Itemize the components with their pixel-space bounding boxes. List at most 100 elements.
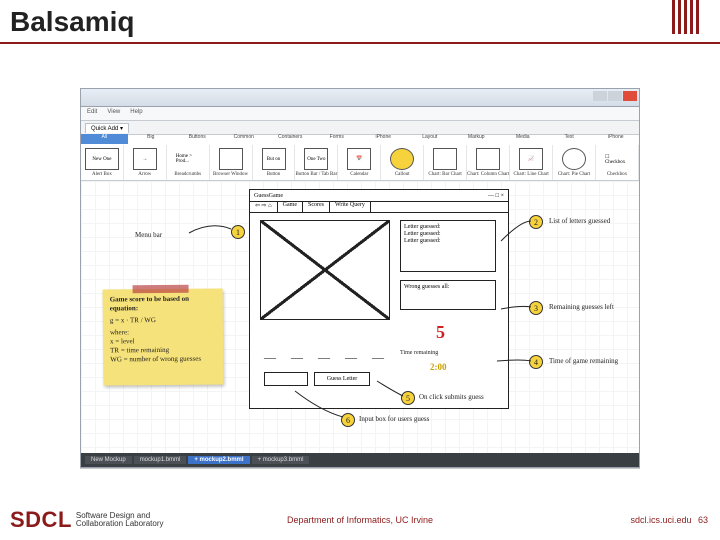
lib-caption: Chart: Line Chart <box>514 172 549 177</box>
page-number: 63 <box>698 515 708 525</box>
wrong-box[interactable]: Wrong guesses all: <box>400 280 496 310</box>
pie-chart-icon <box>562 148 586 170</box>
lib-caption: Button Bar / Tab Bar <box>296 172 338 177</box>
guess-button[interactable]: Guess Letter <box>314 372 370 386</box>
image-placeholder[interactable] <box>260 220 390 320</box>
lib-item[interactable]: 📅Calendar <box>338 145 381 180</box>
annot-letters: List of letters guessed <box>549 217 610 225</box>
lib-item[interactable]: Home > Prod...Breadcrumbs <box>167 145 210 180</box>
lib-caption: Arrow <box>138 172 151 177</box>
lib-item[interactable]: Browser Window <box>210 145 253 180</box>
checkbox-icon: ☐ Checkbox <box>605 148 629 170</box>
slide-footer: SDCL Software Design and Collaboration L… <box>0 506 720 534</box>
library-categories[interactable]: All Big Buttons Common Containers Forms … <box>81 134 639 144</box>
lib-cat[interactable]: Containers <box>267 134 314 144</box>
lib-cat-all[interactable]: All <box>81 134 128 144</box>
sdcl-logo: SDCL <box>10 507 72 533</box>
callout-dot-1[interactable]: 1 <box>231 225 245 239</box>
lib-item[interactable]: 📈 Chart: Line Chart <box>510 145 553 180</box>
lib-caption: Checkbox <box>607 172 627 177</box>
lib-cat[interactable]: iPhone <box>360 134 407 144</box>
sticky-note[interactable]: Game score to be based on equation: g = … <box>103 288 224 385</box>
mockup-tab[interactable]: + mockup3.bmml <box>252 456 310 464</box>
lib-item[interactable]: Chart: Bar Chart <box>424 145 467 180</box>
mock-menu-item[interactable]: Game <box>278 202 303 212</box>
close-icon[interactable] <box>623 91 637 101</box>
letters-line: Letter guessed: <box>404 238 492 245</box>
window-controls[interactable] <box>593 91 637 101</box>
mockup-tab[interactable]: New Mockup <box>85 456 132 464</box>
lib-item[interactable]: Chart: Pie Chart <box>553 145 596 180</box>
minimize-icon[interactable] <box>593 91 607 101</box>
design-canvas[interactable]: Game score to be based on equation: g = … <box>81 181 639 453</box>
mock-titlebar: GuessGame — □ × <box>250 190 508 202</box>
menu-help[interactable]: Help <box>130 109 142 118</box>
lib-cat[interactable]: Big <box>128 134 175 144</box>
lib-item[interactable]: New OneAlert Box <box>81 145 124 180</box>
menu-view[interactable]: View <box>107 109 120 118</box>
maximize-icon[interactable] <box>608 91 622 101</box>
lib-item[interactable]: Chart: Column Chart <box>467 145 510 180</box>
lib-item[interactable]: But onButton <box>253 145 296 180</box>
lib-item[interactable]: One TwoButton Bar / Tab Bar <box>295 145 338 180</box>
mockup-tab[interactable]: mockup1.bmml <box>134 456 187 464</box>
callout-dot-5[interactable]: 5 <box>401 391 415 405</box>
department-label: Department of Informatics, UC Irvine <box>287 515 433 525</box>
mockup-tabs[interactable]: New Mockup mockup1.bmml + mockup2.bmml +… <box>81 453 639 467</box>
site-label: sdcl.ics.uci.edu 63 <box>630 515 708 525</box>
annot-menu-bar: Menu bar <box>135 231 162 239</box>
callout-dot-3[interactable]: 3 <box>529 301 543 315</box>
annot-input: Input box for users guess <box>359 415 429 423</box>
slide-title: Balsamiq <box>10 6 710 38</box>
lib-item[interactable]: ☐ Checkbox Checkbox <box>596 145 639 180</box>
mock-menu[interactable]: ⇦ ⇨ ⌂ Game Scores Write Query <box>250 202 508 213</box>
site-url: sdcl.ics.uci.edu <box>630 515 691 525</box>
letters-line: Letter guessed: <box>404 231 492 238</box>
letters-box[interactable]: Letter guessed: Letter guessed: Letter g… <box>400 220 496 272</box>
lib-cat[interactable]: Buttons <box>174 134 221 144</box>
quick-add-tab[interactable]: Quick Add ▾ <box>85 123 129 133</box>
callout-icon <box>390 148 414 170</box>
callout-dot-4[interactable]: 4 <box>529 355 543 369</box>
lib-caption: Callout <box>395 172 410 177</box>
quick-add-row: Quick Add ▾ <box>81 121 639 135</box>
guess-input[interactable] <box>264 372 308 386</box>
mockup-tab-active[interactable]: + mockup2.bmml <box>188 456 249 464</box>
lib-cat[interactable]: Markup <box>453 134 500 144</box>
sdcl-subtitle: Software Design and Collaboration Labora… <box>76 512 164 528</box>
wrong-label: Wrong guesses all: <box>404 284 492 290</box>
menu-bar[interactable]: Edit View Help <box>81 107 639 121</box>
lib-caption: Chart: Pie Chart <box>558 172 591 177</box>
callout-dot-6[interactable]: 6 <box>341 413 355 427</box>
title-underline <box>0 42 720 44</box>
callout-dot-2[interactable]: 2 <box>529 215 543 229</box>
mock-menu-item[interactable]: Write Query <box>330 202 371 212</box>
mock-menu-item[interactable]: Scores <box>303 202 330 212</box>
lib-cat[interactable]: Layout <box>407 134 454 144</box>
lib-item[interactable]: → Arrow <box>124 145 167 180</box>
browser-icon <box>219 148 243 170</box>
menu-edit[interactable]: Edit <box>87 109 97 118</box>
lib-caption: Breadcrumbs <box>174 172 201 177</box>
annot-submit: On click submits guess <box>419 393 484 401</box>
lib-caption: Chart: Bar Chart <box>428 172 461 177</box>
button-icon: But on <box>262 148 286 170</box>
lib-cat[interactable]: Media <box>500 134 547 144</box>
lib-cat[interactable]: iPhone <box>593 134 640 144</box>
sticky-line: WG = number of wrong guesses <box>110 354 216 364</box>
lib-cat[interactable]: Common <box>221 134 268 144</box>
column-chart-icon <box>476 148 500 170</box>
bar-chart-icon <box>433 148 457 170</box>
lib-cat[interactable]: Forms <box>314 134 361 144</box>
remaining-count: 5 <box>436 322 445 343</box>
alert-icon: New One <box>85 148 119 170</box>
arrow-icon: → <box>133 148 157 170</box>
lib-item[interactable]: Callout <box>381 145 424 180</box>
mock-title: GuessGame <box>254 193 283 199</box>
line-chart-icon: 📈 <box>519 148 543 170</box>
ui-library-strip[interactable]: All Big Buttons Common Containers Forms … <box>81 135 639 181</box>
page-ribbon <box>672 0 708 38</box>
lib-cat[interactable]: Text <box>546 134 593 144</box>
browser-mockup[interactable]: GuessGame — □ × ⇦ ⇨ ⌂ Game Scores Write … <box>249 189 509 409</box>
lib-caption: Browser Window <box>213 172 248 177</box>
